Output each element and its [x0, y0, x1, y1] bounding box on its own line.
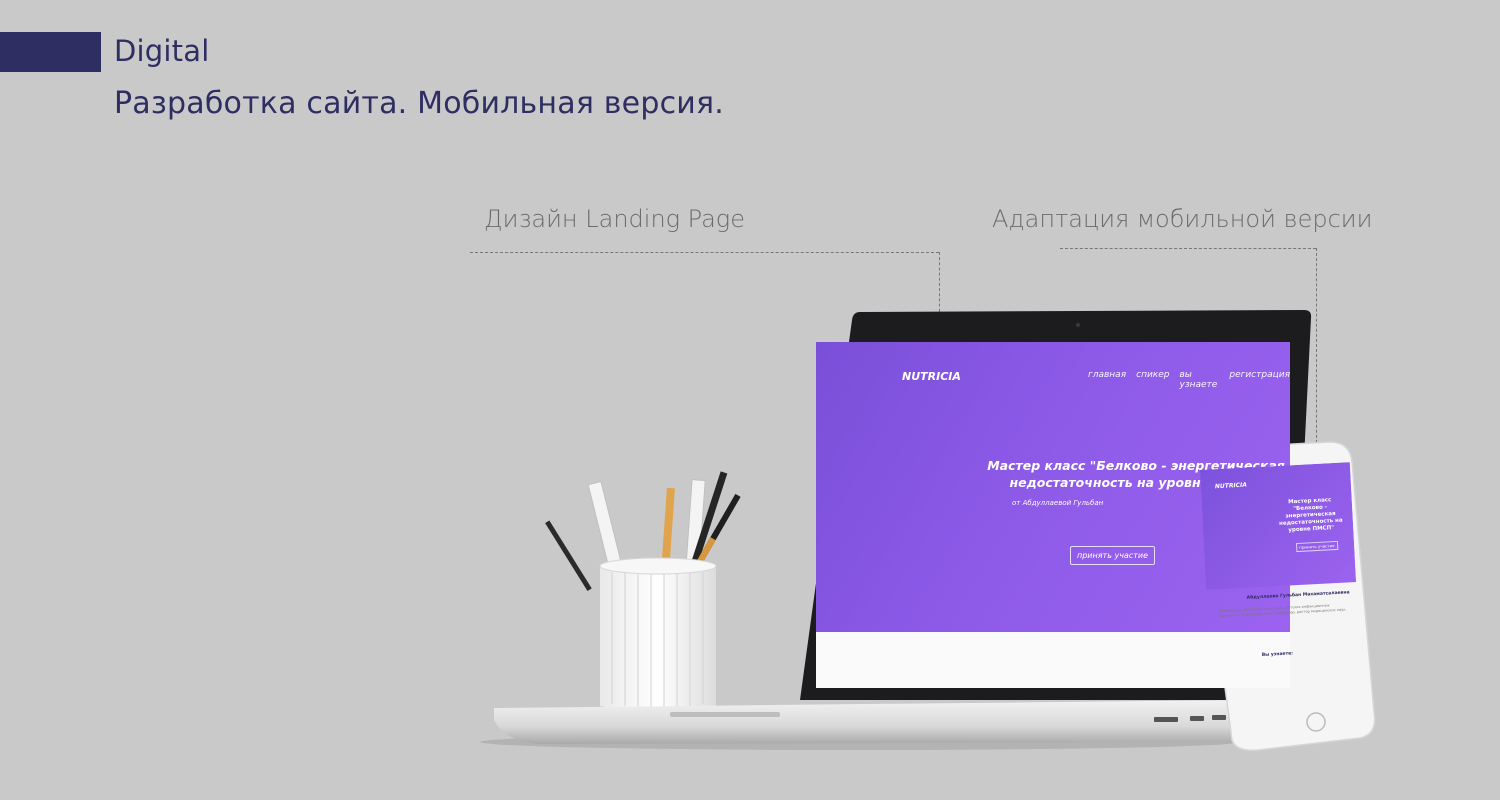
accent-bar [0, 32, 101, 72]
participate-button[interactable]: принять участие [1070, 546, 1156, 565]
nav-item-learn[interactable]: вы узнаете [1180, 370, 1220, 390]
section-label: Digital [114, 34, 210, 68]
callout-leader-line-landing-h [470, 252, 939, 253]
landing-logo[interactable]: NUTRICIA [902, 370, 961, 383]
mobile-speaker-name: Абдуллаева Гульбан Махаматсалаевна [1246, 590, 1350, 601]
callout-landing-design: Дизайн Landing Page [484, 205, 745, 233]
mobile-headline: Мастер класс "Белково - энергетическая н… [1278, 497, 1343, 534]
callout-leader-line-landing-v [939, 252, 940, 322]
laptop-shadow [480, 734, 1240, 750]
mobile-speaker-text: заведующая кафедрой педиатрии, детских и… [1219, 603, 1347, 619]
pencil-cup-icon [545, 471, 741, 711]
nav-item-speaker[interactable]: спикер [1136, 370, 1169, 390]
laptop-base [494, 700, 1254, 744]
laptop-port [1212, 715, 1226, 720]
laptop-port [1154, 717, 1178, 722]
callout-mobile-adaptation: Адаптация мобильной версии [992, 205, 1373, 233]
page-title: Разработка сайта. Мобильная версия. [114, 86, 724, 121]
laptop-port [1190, 716, 1204, 721]
callout-leader-line-mobile-h [1060, 248, 1316, 249]
landing-author: от Абдуллаевой Гульбан [1012, 499, 1104, 507]
phone-screen: NUTRICIA Мастер класс "Белково - энергет… [1200, 462, 1363, 715]
phone-home-button [1306, 712, 1326, 732]
landing-nav: главная спикер вы узнаете регистрация [1088, 370, 1290, 390]
callout-leader-line-mobile-v [1316, 248, 1317, 453]
laptop-hinge-notch [670, 712, 780, 717]
nav-item-registration[interactable]: регистрация [1229, 370, 1290, 390]
mobile-learn-heading: Вы узнаете: [1261, 651, 1294, 659]
laptop-camera [1076, 323, 1080, 327]
nav-item-home[interactable]: главная [1088, 370, 1126, 390]
